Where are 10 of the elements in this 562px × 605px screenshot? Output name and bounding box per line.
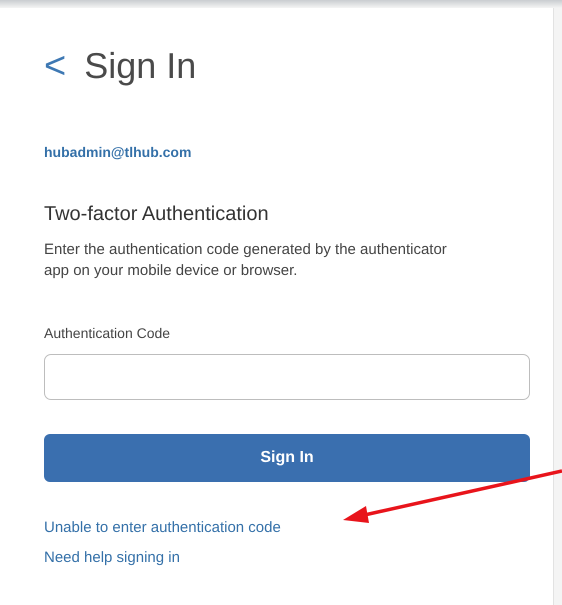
help-link[interactable]: Need help signing in — [44, 548, 180, 568]
account-email: hubadmin@tlhub.com — [44, 143, 192, 162]
back-button[interactable]: < — [44, 47, 66, 85]
section-title: Two-factor Authentication — [44, 202, 269, 227]
field-label: Authentication Code — [44, 324, 170, 343]
sign-in-button[interactable]: Sign In — [44, 434, 530, 482]
authentication-code-field[interactable] — [44, 354, 530, 400]
help-link[interactable]: Unable to enter authentication code — [44, 518, 281, 538]
page-title: Sign In — [84, 48, 196, 84]
section-description: Enter the authentication code generated by the authenticator app on your mobile device or browser. — [44, 240, 448, 281]
